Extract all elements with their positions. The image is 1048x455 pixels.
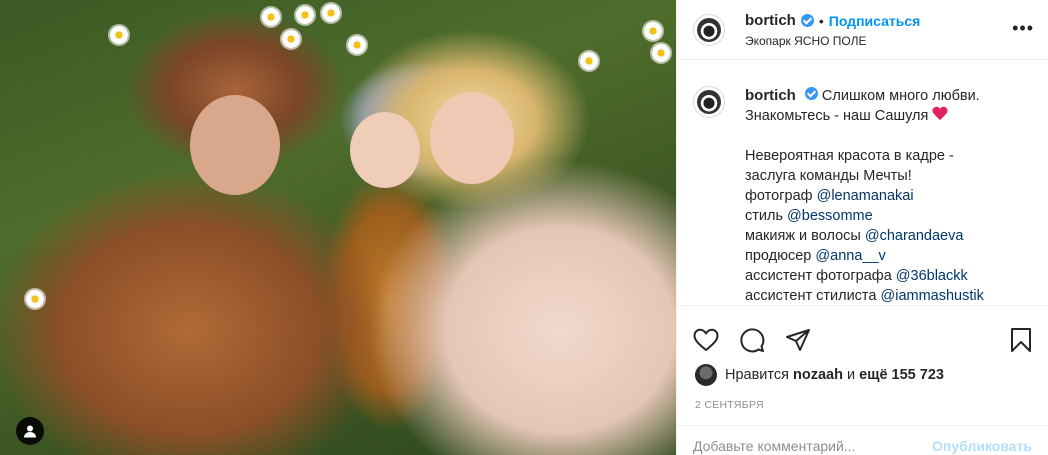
credit-role: фотограф xyxy=(745,188,813,204)
comment-form: Опубликовать xyxy=(677,425,1048,455)
caption-author-avatar[interactable] xyxy=(693,86,725,118)
credit-role: стиль xyxy=(745,208,784,224)
share-button[interactable] xyxy=(785,327,811,353)
liker-avatar[interactable] xyxy=(695,364,717,386)
action-bar xyxy=(693,322,1034,358)
credit-role: ассистент стилиста xyxy=(745,288,877,304)
daisy-flower xyxy=(262,8,280,26)
caption-line: заслуга команды Мечты! xyxy=(745,168,912,184)
verified-badge-icon xyxy=(804,87,818,100)
man-face xyxy=(190,95,280,195)
bookmark-icon xyxy=(1011,328,1031,352)
daisy-flower xyxy=(110,26,128,44)
credit-line: фотограф @lenamanakai xyxy=(745,186,984,206)
daisy-flower xyxy=(322,4,340,22)
follow-button[interactable]: Подписаться xyxy=(829,12,921,30)
daisy-flower xyxy=(644,22,662,40)
save-button[interactable] xyxy=(1008,327,1034,353)
caption-username[interactable]: bortich xyxy=(745,87,796,104)
comment-button[interactable] xyxy=(739,327,765,353)
user-tag-button[interactable] xyxy=(16,417,44,445)
post-photo[interactable] xyxy=(0,0,676,455)
daisy-flower xyxy=(282,30,300,48)
post-side-panel: bortich • Подписаться Экопарк ЯСНО ПОЛЕ … xyxy=(676,0,1048,455)
caption-line: Знакомьтесь - наш Сашуля xyxy=(745,108,929,124)
author-avatar[interactable] xyxy=(693,13,725,46)
credit-role: макияж и волосы xyxy=(745,228,861,244)
red-heart-icon xyxy=(932,107,948,121)
credit-line: ассистент фотографа @36blackk xyxy=(745,266,984,286)
daisy-flower xyxy=(296,6,314,24)
daisy-flower xyxy=(652,44,670,62)
credit-mention[interactable]: @anna__v xyxy=(815,248,885,264)
likes-summary: Нравится nozaah и ещё 155 723 xyxy=(695,364,944,386)
likes-prefix: Нравится xyxy=(725,367,789,383)
caption-text: bortich Слишком много любви. Знакомьтесь… xyxy=(745,86,984,305)
likes-conjunction: и xyxy=(847,367,856,383)
credit-role: ассистент фотографа xyxy=(745,268,892,284)
post-date[interactable]: 2 СЕНТЯБРЯ xyxy=(695,399,764,411)
daisy-flower xyxy=(348,36,366,54)
comment-bubble-icon xyxy=(740,328,765,353)
credit-line: ассистент стилиста @iammashustik xyxy=(745,286,984,305)
post-caption: bortich Слишком много любви. Знакомьтесь… xyxy=(677,60,1048,306)
baby-face xyxy=(350,112,420,188)
credit-mention[interactable]: @bessomme xyxy=(787,208,873,224)
credit-mention[interactable]: @iammashustik xyxy=(881,288,984,304)
author-username[interactable]: bortich xyxy=(745,12,796,30)
liker-username[interactable]: nozaah xyxy=(793,367,843,383)
verified-badge-icon xyxy=(800,14,814,27)
avatar-image xyxy=(697,17,721,42)
credit-mention[interactable]: @36blackk xyxy=(896,268,968,284)
daisy-flower xyxy=(580,52,598,70)
post-location[interactable]: Экопарк ЯСНО ПОЛЕ xyxy=(745,34,920,48)
credit-line: стиль @bessomme xyxy=(745,206,984,226)
credit-mention[interactable]: @lenamanakai xyxy=(817,188,914,204)
credit-line: продюсер @anna__v xyxy=(745,246,984,266)
credit-line: макияж и волосы @charandaeva xyxy=(745,226,984,246)
more-options-icon[interactable]: ••• xyxy=(1012,18,1034,39)
comment-input[interactable] xyxy=(693,437,933,454)
woman-face xyxy=(430,92,514,184)
likes-count[interactable]: ещё 155 723 xyxy=(859,367,944,383)
credit-role: продюсер xyxy=(745,248,812,264)
avatar-image xyxy=(697,90,721,114)
publish-button[interactable]: Опубликовать xyxy=(932,438,1032,454)
user-tag-icon xyxy=(24,425,36,438)
heart-outline-icon xyxy=(693,328,719,351)
paper-plane-icon xyxy=(786,329,810,351)
caption-line: Невероятная красота в кадре - xyxy=(745,148,954,164)
separator-dot: • xyxy=(818,12,824,29)
daisy-flower xyxy=(26,290,44,308)
post-header: bortich • Подписаться Экопарк ЯСНО ПОЛЕ … xyxy=(677,0,1048,60)
like-button[interactable] xyxy=(693,327,719,353)
credit-mention[interactable]: @charandaeva xyxy=(865,228,964,244)
caption-line: Слишком много любви. xyxy=(821,88,980,104)
